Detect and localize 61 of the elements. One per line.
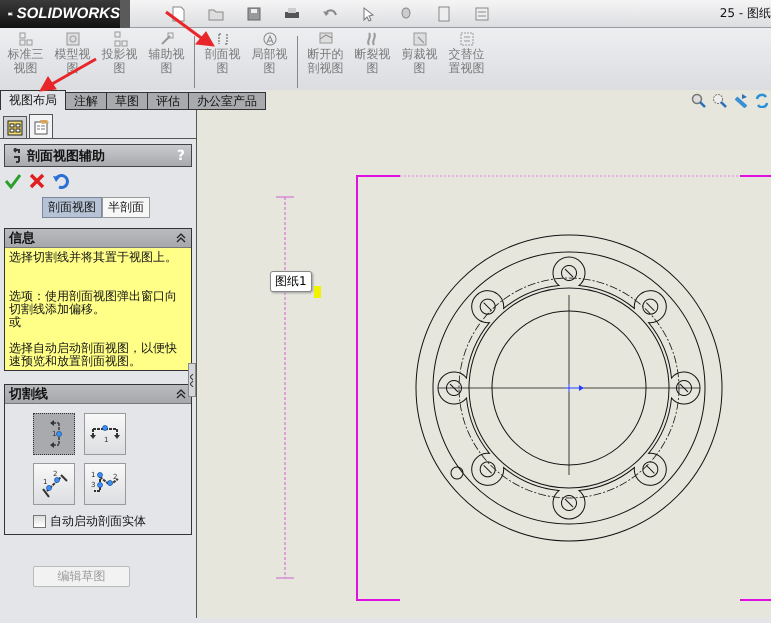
zoom-to-fit-icon[interactable]: [691, 92, 706, 108]
checkbox[interactable]: [33, 515, 46, 528]
bolt-hole: [480, 461, 496, 478]
mode-toggle-button[interactable]: 半剖面: [102, 197, 150, 218]
panel-tab[interactable]: [29, 114, 53, 138]
options-icon[interactable]: [474, 6, 490, 22]
collapse-chevron-icon[interactable]: [175, 388, 187, 400]
view-tool-icon: [458, 31, 474, 47]
panel-tab[interactable]: [3, 116, 27, 138]
previous-view-icon[interactable]: [733, 92, 748, 108]
collapse-chevron-icon[interactable]: [175, 232, 187, 244]
ribbon-button[interactable]: 剖面视图: [199, 31, 246, 75]
info-paragraph: 选项：使用剖面视图弹出窗口向切割线添加偏移。: [9, 290, 178, 316]
view-tool-icon: [64, 31, 80, 47]
rotate-icon[interactable]: [754, 92, 769, 108]
ribbon-tab[interactable]: 视图布局: [0, 90, 66, 110]
ribbon-button[interactable]: 断裂视图: [349, 31, 396, 75]
info-paragraph: 或: [9, 316, 22, 329]
group-header[interactable]: 切割线: [5, 385, 191, 404]
view-tool-icon: [112, 31, 128, 47]
window-title: 25 - 图纸: [720, 5, 771, 22]
origin-marker-icon: [564, 384, 584, 392]
checkbox-label: 自动启动剖面实体: [50, 513, 146, 530]
ribbon-button[interactable]: 局部视图: [246, 31, 293, 75]
app-logo-name: SOLIDWORKS: [16, 5, 120, 22]
ribbon-tab[interactable]: 草图: [107, 92, 148, 110]
info-paragraph: 选择自动启动剖面视图，以便快速预览和放置剖面视图。: [9, 342, 178, 368]
save-icon[interactable]: [246, 6, 262, 22]
zoom-to-area-icon[interactable]: [712, 92, 727, 108]
info-paragraph: 选择切割线并将其置于视图上。: [9, 251, 178, 264]
mode-toggle-button[interactable]: 剖面视图: [42, 197, 102, 218]
ribbon-button[interactable]: 剪裁视图: [396, 31, 443, 75]
view-tool-icon: [262, 31, 278, 47]
ribbon-tab[interactable]: 注解: [66, 92, 107, 110]
undo-icon[interactable]: [53, 173, 69, 189]
section-view-icon: [11, 148, 21, 163]
group-header[interactable]: 信息: [5, 229, 191, 248]
collapse-arrow-icon: [190, 374, 194, 386]
property-manager-title: 剖面视图辅助: [27, 148, 105, 164]
bolt-hole: [480, 298, 496, 315]
bolt-hole: [642, 298, 658, 315]
cancel-x-icon[interactable]: [29, 173, 45, 189]
ribbon-button[interactable]: 交替位置视图: [443, 31, 490, 75]
ok-check-icon[interactable]: [5, 173, 21, 189]
bolt-hole: [642, 461, 658, 478]
ribbon-button[interactable]: 投影视图: [96, 31, 143, 75]
ribbon-button[interactable]: 标准三视图: [2, 31, 49, 75]
view-tool-icon: [412, 31, 428, 47]
ribbon-tab[interactable]: 评估: [148, 92, 189, 110]
document-icon[interactable]: [436, 6, 452, 22]
feature-tree-icon: [7, 120, 23, 136]
new-document-icon[interactable]: [170, 6, 186, 22]
ribbon-button[interactable]: 断开的剖视图: [302, 31, 349, 75]
view-tool-icon: [158, 31, 174, 47]
ribbon-button[interactable]: 辅助视图: [143, 31, 190, 75]
text-cursor-icon: [314, 286, 321, 298]
view-tool-icon: [18, 31, 34, 47]
sheet-label: 图纸1: [270, 271, 312, 292]
ribbon-tab[interactable]: 办公室产品: [189, 92, 266, 110]
property-sheet-icon: [33, 118, 49, 134]
panel-collapse-handle[interactable]: [188, 363, 196, 397]
